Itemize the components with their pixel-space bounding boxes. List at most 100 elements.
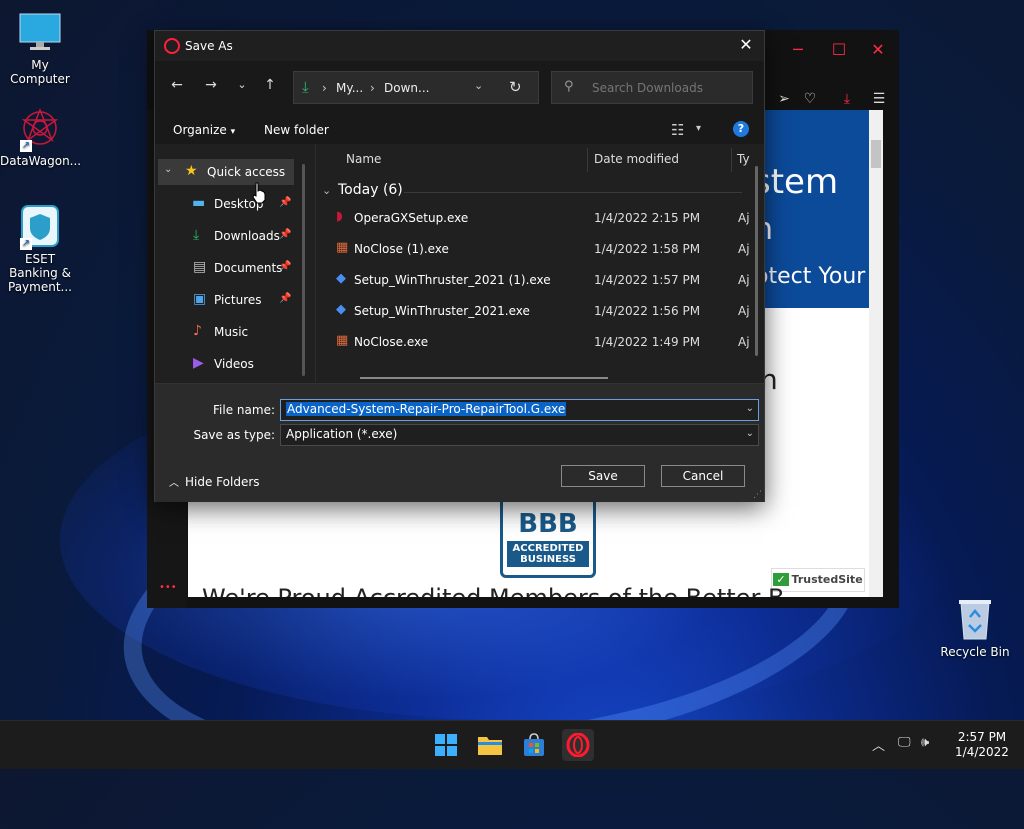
new-folder-button[interactable]: New folder [264,123,329,137]
pin-icon[interactable]: 📌 [279,293,291,304]
search-input[interactable] [590,78,744,98]
chevron-down-icon[interactable]: ⌄ [164,164,172,175]
column-header-type[interactable]: Ty [737,152,750,166]
nav-item-music[interactable]: ♪ Music [155,319,305,345]
page-bottom-text: We're Proud Accredited Members of the Be… [202,584,784,597]
desktop-icon-label: My Computer [10,58,70,86]
group-divider [404,192,742,193]
file-row[interactable]: ◗ OperaGXSetup.exe 1/4/2022 2:15 PM Aj [330,204,750,232]
column-divider[interactable] [731,148,732,172]
chevron-down-icon[interactable]: ⌄ [746,428,754,439]
nav-item-downloads[interactable]: ⤓ Downloads 📌 [155,223,305,249]
nav-item-quick-access[interactable]: ⌄ ★ Quick access [158,159,294,185]
pin-icon[interactable]: 📌 [279,229,291,240]
desktop-folder-icon: ▬ [192,195,206,211]
breadcrumb-my[interactable]: My... [336,81,363,95]
file-list-scrollbar[interactable] [755,166,758,356]
start-windows-icon[interactable] [430,729,462,761]
hide-folders-button[interactable]: ︿ Hide Folders [169,474,260,489]
chevron-down-icon[interactable]: ⌄ [474,79,483,92]
microsoft-store-icon[interactable] [518,729,550,761]
nav-item-documents[interactable]: ▤ Documents 📌 [155,255,305,281]
network-icon[interactable]: 🖵 [898,735,911,750]
music-icon: ♪ [193,323,202,339]
scroll-thumb[interactable] [871,140,881,168]
recent-locations-chevron-icon[interactable]: ⌄ [231,75,253,95]
group-header-today[interactable]: Today (6) [338,182,403,198]
hero-subheading: otect Your [755,264,866,289]
close-icon[interactable]: ✕ [736,35,756,55]
dialog-title: Save As [185,39,233,53]
file-list-hscrollbar[interactable] [360,377,608,379]
file-name-value[interactable]: Advanced-System-Repair-Pro-RepairTool.G.… [286,402,567,416]
chevron-down-icon[interactable]: ⌄ [746,403,754,414]
address-bar[interactable]: ⤓ › My... › Down... ⌄ ↻ [293,71,539,104]
help-icon[interactable]: ? [733,121,749,137]
easy-setup-icon[interactable]: ☰ [867,87,891,111]
shortcut-arrow-icon: ↗ [20,238,32,250]
save-button[interactable]: Save [561,465,645,487]
clock-time: 2:57 PM [957,730,1007,744]
file-explorer-icon[interactable] [474,729,506,761]
nav-item-videos[interactable]: ▶ Videos [155,351,305,377]
opera-gx-taskbar-icon[interactable] [562,729,594,761]
heart-icon[interactable]: ♡ [798,87,822,111]
system-clock[interactable]: 2:57 PM 1/4/2022 [950,730,1014,760]
cancel-button[interactable]: Cancel [661,465,745,487]
exe-file-icon: ▦ [336,333,349,348]
breadcrumb-downloads[interactable]: Down... [384,81,429,95]
star-icon: ★ [185,163,198,179]
trusted-site-badge[interactable]: ✓ TrustedSite [771,568,865,592]
file-name-label: File name: [213,403,275,417]
column-divider[interactable] [587,148,588,172]
opera-gx-file-icon: ◗ [336,209,343,224]
minimize-icon[interactable]: ─ [787,40,809,60]
volume-icon[interactable]: 🕪 [921,735,929,750]
close-icon[interactable]: ✕ [867,40,889,60]
winthruster-file-icon: ◆ [336,302,346,317]
pin-icon[interactable]: 📌 [279,261,291,272]
desktop-icon-datawagon[interactable]: ↗ DataWagon... [0,106,82,168]
desktop-icon-recycle-bin[interactable]: Recycle Bin [939,597,1011,659]
chevron-up-icon[interactable]: ︿ [872,735,885,754]
save-type-select[interactable]: Application (*.exe) ⌄ [280,424,759,446]
file-row[interactable]: ▦ NoClose.exe 1/4/2022 1:49 PM Aj [330,328,750,356]
back-arrow-icon[interactable]: ← [166,75,188,95]
maximize-icon[interactable]: ☐ [828,40,850,60]
desktop-icon-eset[interactable]: ↗ ESET Banking & Payment... [0,204,80,294]
refresh-icon[interactable]: ↻ [509,78,522,96]
download-icon: ⤓ [193,227,200,243]
view-list-icon[interactable]: ☷ [671,121,684,139]
monitor-icon [18,10,62,54]
desktop-icon-label: DataWagon... [0,154,82,168]
column-header-name[interactable]: Name [346,152,381,166]
column-header-date[interactable]: Date modified [594,152,679,166]
file-row[interactable]: ◆ Setup_WinThruster_2021.exe 1/4/2022 1:… [330,297,750,325]
bbb-badge[interactable]: BBB ACCREDITED BUSINESS [500,496,596,578]
sidebar-more-icon[interactable]: ••• [159,582,177,593]
up-arrow-icon[interactable]: ↑ [259,75,281,95]
organize-button[interactable]: Organize ▾ [173,123,235,137]
downloads-icon[interactable]: ⤓ [835,87,859,111]
pin-icon[interactable]: 📌 [279,197,291,208]
resize-grip-icon[interactable]: ⋰ [753,490,762,500]
forward-arrow-icon[interactable]: → [200,75,222,95]
clock-date: 1/4/2022 [955,745,1009,759]
file-row[interactable]: ◆ Setup_WinThruster_2021 (1).exe 1/4/202… [330,266,750,294]
recycle-bin-icon [955,597,995,641]
desktop-icon-my-computer[interactable]: My Computer [0,10,80,86]
send-icon[interactable]: ➢ [772,87,796,111]
download-icon: ⤓ [302,78,309,96]
chevron-down-icon[interactable]: ▾ [696,123,701,134]
nav-scrollbar[interactable] [302,164,305,376]
file-row[interactable]: ▦ NoClose (1).exe 1/4/2022 1:58 PM Aj [330,235,750,263]
save-as-dialog: Save As ✕ ← → ⌄ ↑ ⤓ › My... › Down... ⌄ … [154,30,765,502]
page-scrollbar[interactable] [869,110,883,597]
shortcut-arrow-icon: ↗ [20,140,32,152]
chevron-down-icon[interactable]: ⌄ [322,184,331,197]
search-box[interactable]: ⚲ [551,71,753,104]
nav-item-desktop[interactable]: ▬ Desktop 📌 [155,191,305,217]
nav-item-pictures[interactable]: ▣ Pictures 📌 [155,287,305,313]
pictures-icon: ▣ [193,291,207,307]
file-name-field[interactable]: Advanced-System-Repair-Pro-RepairTool.G.… [280,399,759,421]
